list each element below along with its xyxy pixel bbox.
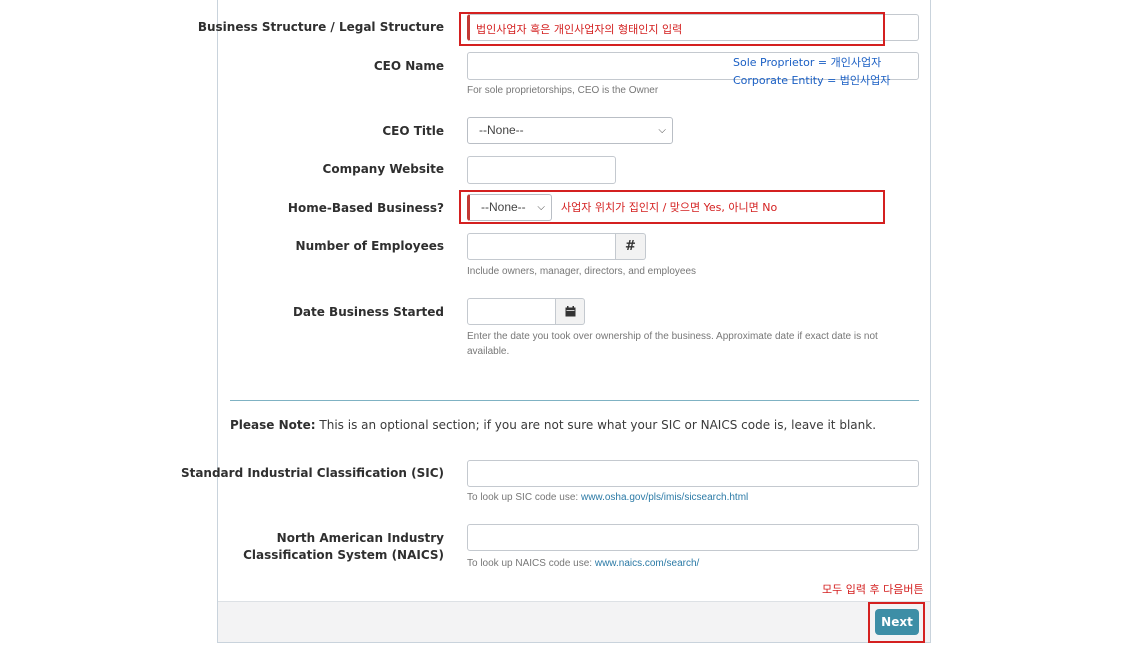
note-bold: Please Note:: [230, 418, 316, 432]
business-structure-label: Business Structure / Legal Structure: [197, 20, 444, 34]
naics-lookup-link[interactable]: www.naics.com/search/: [595, 558, 699, 569]
calendar-icon: [565, 306, 575, 317]
date-started-help-line2: available.: [467, 346, 510, 357]
annotation-corporate-entity: Corporate Entity = 법인사업자: [733, 74, 891, 87]
optional-section-note: Please Note: This is an optional section…: [230, 418, 876, 432]
home-based-label: Home-Based Business?: [287, 201, 444, 215]
annotation-box-next: [868, 602, 925, 643]
date-started-label: Date Business Started: [292, 305, 444, 319]
employees-help: Include owners, manager, directors, and …: [467, 266, 697, 277]
naics-input[interactable]: [467, 524, 919, 551]
ceo-title-select[interactable]: --None-- ⌵: [467, 117, 673, 144]
sic-input[interactable]: [467, 460, 919, 487]
company-website-input[interactable]: [467, 156, 616, 184]
annotation-home-based: 사업자 위치가 집인지 / 맞으면 Yes, 아니면 No: [561, 201, 778, 214]
company-website-label: Company Website: [322, 162, 444, 176]
date-started-input[interactable]: [467, 298, 556, 325]
sic-help-text: To look up SIC code use:: [467, 492, 581, 503]
form-footer: [218, 601, 930, 642]
naics-help-text: To look up NAICS code use:: [467, 558, 595, 569]
sic-lookup-link[interactable]: www.osha.gov/pls/imis/sicsearch.html: [581, 492, 748, 503]
ceo-title-label: CEO Title: [382, 124, 444, 138]
sic-help: To look up SIC code use: www.osha.gov/pl…: [467, 490, 748, 505]
naics-label: North American Industry Classification S…: [243, 531, 444, 562]
hash-icon: #: [616, 233, 646, 260]
naics-help: To look up NAICS code use: www.naics.com…: [467, 556, 699, 571]
employees-label: Number of Employees: [295, 239, 444, 253]
section-divider: [230, 400, 919, 401]
ceo-name-label: CEO Name: [373, 59, 444, 73]
annotation-business-structure: 법인사업자 혹은 개인사업자의 형태인지 입력: [476, 23, 683, 36]
annotation-sole-proprietor: Sole Proprietor = 개인사업자: [733, 56, 882, 69]
sic-label: Standard Industrial Classification (SIC): [180, 466, 444, 480]
calendar-button[interactable]: [556, 298, 585, 325]
annotation-next-hint: 모두 입력 후 다음버튼: [822, 583, 924, 596]
ceo-title-selected: --None--: [479, 123, 524, 137]
date-started-help-line1: Enter the date you took over ownership o…: [467, 331, 878, 342]
chevron-down-icon: ⌵: [658, 125, 666, 136]
employees-input[interactable]: [467, 233, 616, 260]
note-text: This is an optional section; if you are …: [315, 418, 877, 432]
ceo-name-help: For sole proprietorships, CEO is the Own…: [467, 85, 659, 96]
